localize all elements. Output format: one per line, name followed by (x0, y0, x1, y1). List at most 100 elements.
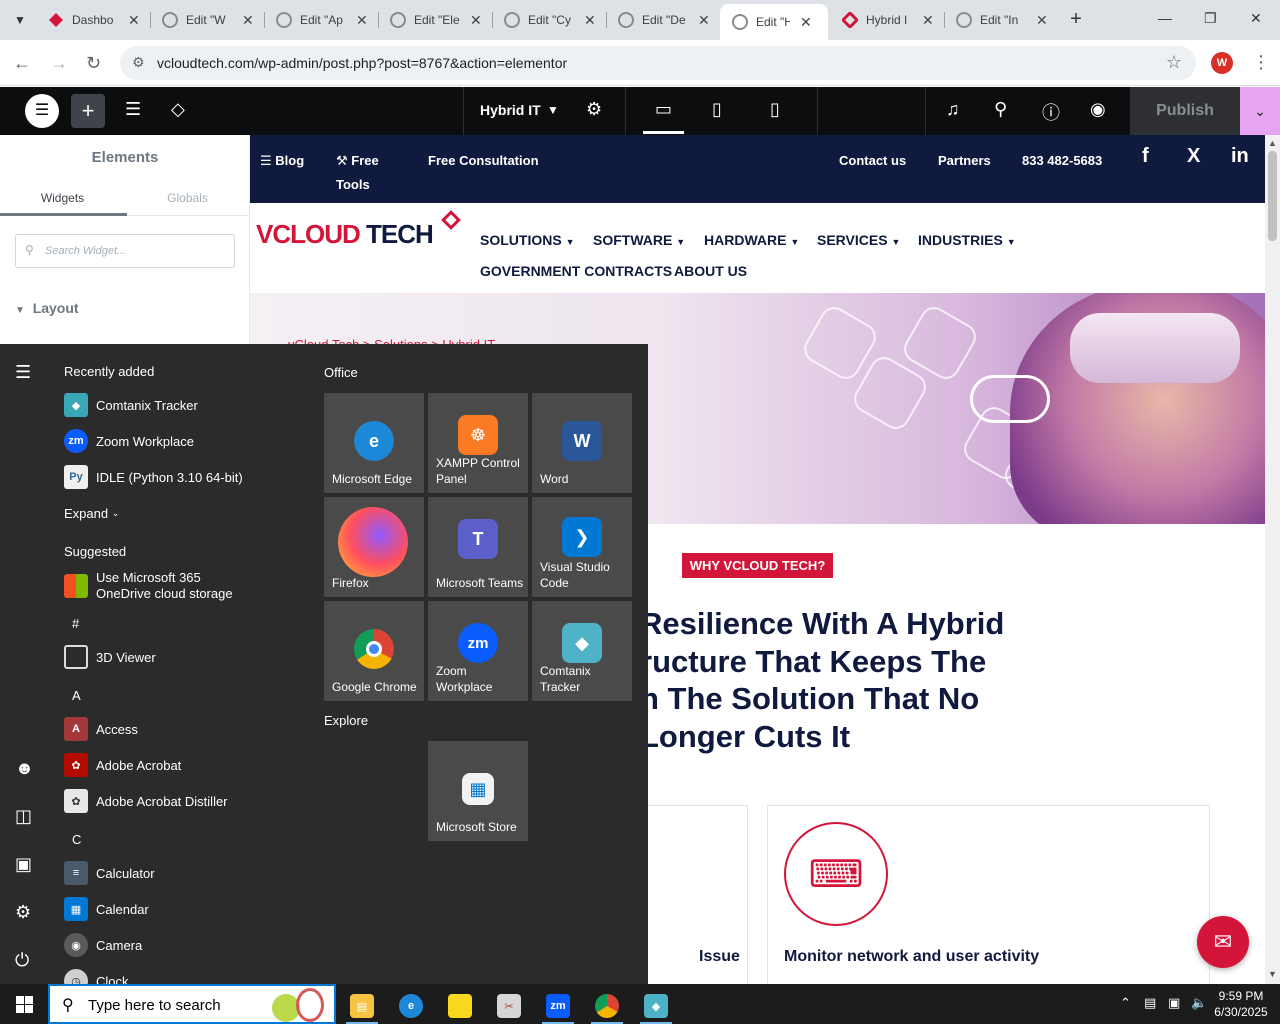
chat-icon[interactable]: ✉ (1197, 916, 1249, 968)
show-hidden-icons-chevron-icon[interactable]: ⌃ (1120, 995, 1131, 1011)
close-icon[interactable]: ✕ (242, 12, 254, 29)
elementor-logo-icon[interactable]: ☰ (25, 94, 59, 128)
tile-word[interactable]: W Word (532, 393, 632, 493)
browser-tab[interactable]: Edit "De ✕ (606, 6, 710, 34)
bookmark-star-icon[interactable]: ☆ (1166, 52, 1182, 73)
list-item[interactable]: ◆ Comtanix Tracker (64, 390, 198, 420)
preview-eye-icon[interactable]: ◉ (1090, 99, 1106, 120)
hamburger-menu-icon[interactable]: ☰ (15, 362, 31, 383)
tab-widgets[interactable]: Widgets (0, 191, 125, 205)
site-info-icon[interactable]: ⚙ (132, 54, 145, 71)
taskbar-file-explorer[interactable]: ▤ (342, 988, 382, 1024)
add-element-button[interactable]: + (71, 94, 105, 128)
volume-icon[interactable]: 🔈 (1191, 995, 1207, 1011)
nav-software[interactable]: SOFTWARE ▼ (593, 232, 685, 248)
address-bar[interactable]: ⚙ vcloudtech.com/wp-admin/post.php?post=… (120, 46, 1196, 80)
document-title[interactable]: Hybrid IT (480, 102, 541, 118)
list-item[interactable]: zm Zoom Workplace (64, 426, 194, 456)
tile-google-chrome[interactable]: Google Chrome (324, 601, 424, 701)
nav-about-us[interactable]: ABOUT US (674, 263, 747, 279)
notifications-megaphone-icon[interactable]: ♫ (946, 99, 960, 120)
nav-services[interactable]: SERVICES ▼ (817, 232, 900, 248)
browser-tab[interactable]: Edit "Ele ✕ (378, 6, 482, 34)
list-item[interactable]: A Access (64, 714, 138, 744)
close-icon[interactable]: ✕ (356, 12, 368, 29)
reload-icon[interactable]: ↻ (86, 53, 101, 74)
tile-vs-code[interactable]: ❯ Visual Studio Code (532, 497, 632, 597)
x-twitter-icon[interactable]: X (1187, 145, 1200, 168)
close-icon[interactable]: ✕ (128, 12, 140, 29)
topnav-phone[interactable]: 833 482-5683 (1022, 149, 1102, 173)
tile-zoom[interactable]: zm Zoom Workplace (428, 601, 528, 701)
pictures-icon[interactable]: ▣ (15, 854, 32, 875)
browser-menu-icon[interactable]: ⋮ (1252, 52, 1270, 73)
documents-icon[interactable]: ◫ (15, 806, 32, 827)
list-item[interactable]: ≡ Calculator (64, 858, 155, 888)
list-item[interactable]: 3D Viewer (64, 642, 156, 672)
structure-layers-icon[interactable]: ◇ (171, 99, 185, 120)
taskbar-edge[interactable]: e (391, 988, 431, 1024)
browser-tab[interactable]: Hybrid I ✕ (830, 6, 934, 34)
list-item[interactable]: ✿ Adobe Acrobat (64, 750, 181, 780)
list-item[interactable]: ◉ Camera (64, 930, 142, 960)
page-scrollbar[interactable]: ▲ ▼ (1265, 135, 1280, 984)
tile-comtanix-tracker[interactable]: ◆ Comtanix Tracker (532, 601, 632, 701)
browser-tab-active[interactable]: Edit "Hy ✕ (720, 4, 828, 40)
tile-microsoft-store[interactable]: ▦ Microsoft Store (428, 741, 528, 841)
nav-hardware[interactable]: HARDWARE ▼ (704, 232, 799, 248)
desktop-view-icon[interactable]: ▭ (642, 99, 685, 134)
search-icon[interactable]: ⚲ (994, 99, 1007, 120)
user-account-icon[interactable]: ☻ (15, 758, 34, 779)
list-item[interactable]: Use Microsoft 365 OneDrive cloud storage (64, 568, 233, 604)
close-icon[interactable]: ✕ (698, 12, 710, 29)
topnav-free-tools[interactable]: ⚒ Free Tools (336, 149, 396, 197)
mobile-view-icon[interactable]: ▯ (770, 99, 780, 120)
tile-firefox[interactable]: Firefox (324, 497, 424, 597)
network-icon[interactable]: ▣ (1168, 995, 1180, 1011)
tile-xampp[interactable]: ☸ XAMPP Control Panel (428, 393, 528, 493)
tab-search-button[interactable]: ▼ (8, 8, 32, 32)
topnav-blog[interactable]: ☰ Blog (260, 149, 304, 173)
close-icon[interactable]: ✕ (1036, 12, 1048, 29)
topnav-free-consultation[interactable]: Free Consultation (428, 149, 539, 173)
taskbar-comtanix[interactable]: ◆ (636, 988, 676, 1024)
list-item[interactable]: Py IDLE (Python 3.10 64-bit) (64, 462, 243, 492)
category-layout[interactable]: ▼ Layout (15, 300, 79, 316)
new-tab-button[interactable]: + (1064, 8, 1088, 32)
letter-header[interactable]: C (72, 832, 81, 847)
taskbar-search-input[interactable]: ⚲ Type here to search (48, 984, 336, 1024)
nav-government-contracts[interactable]: GOVERNMENT CONTRACTS (480, 263, 672, 279)
list-item[interactable]: ▦ Calendar (64, 894, 149, 924)
browser-tab[interactable]: Edit "In ✕ (944, 6, 1048, 34)
letter-header[interactable]: A (72, 688, 81, 703)
system-clock[interactable]: 9:59 PM 6/30/2025 (1208, 988, 1274, 1020)
back-arrow-icon[interactable]: ← (13, 53, 31, 74)
tile-microsoft-teams[interactable]: T Microsoft Teams (428, 497, 528, 597)
taskbar-snipping-tool[interactable]: ✂ (489, 988, 529, 1024)
linkedin-icon[interactable]: in (1231, 145, 1249, 168)
site-settings-icon[interactable]: ☰ (125, 99, 141, 120)
forward-arrow-icon[interactable]: → (50, 53, 68, 74)
nav-industries[interactable]: INDUSTRIES ▼ (918, 232, 1016, 248)
help-icon[interactable]: ⓘ (1042, 99, 1060, 125)
minimize-icon[interactable]: — (1158, 10, 1172, 26)
profile-avatar[interactable]: W (1211, 52, 1233, 74)
url-text[interactable]: vcloudtech.com/wp-admin/post.php?post=87… (157, 55, 567, 71)
nav-solutions[interactable]: SOLUTIONS ▼ (480, 232, 574, 248)
list-item[interactable]: ◷ Clock (64, 966, 129, 984)
taskbar-sticky-notes[interactable] (440, 988, 480, 1024)
publish-button[interactable]: Publish (1130, 87, 1240, 135)
topnav-contact[interactable]: Contact us (839, 149, 906, 173)
browser-tab[interactable]: Edit "Cy ✕ (492, 6, 596, 34)
taskbar-chrome[interactable] (587, 988, 627, 1024)
browser-tab[interactable]: Dashbo ✕ (36, 6, 140, 34)
tile-microsoft-edge[interactable]: e Microsoft Edge (324, 393, 424, 493)
widget-search-input[interactable]: ⚲ Search Widget... (15, 234, 235, 268)
close-icon[interactable]: ✕ (800, 14, 812, 31)
window-close-icon[interactable]: ✕ (1250, 10, 1262, 27)
facebook-icon[interactable]: f (1142, 145, 1149, 168)
taskbar-zoom[interactable]: zm (538, 988, 578, 1024)
restore-icon[interactable]: ❐ (1204, 10, 1217, 27)
tab-globals[interactable]: Globals (125, 191, 250, 205)
power-icon[interactable]: ⏻ (15, 950, 29, 971)
